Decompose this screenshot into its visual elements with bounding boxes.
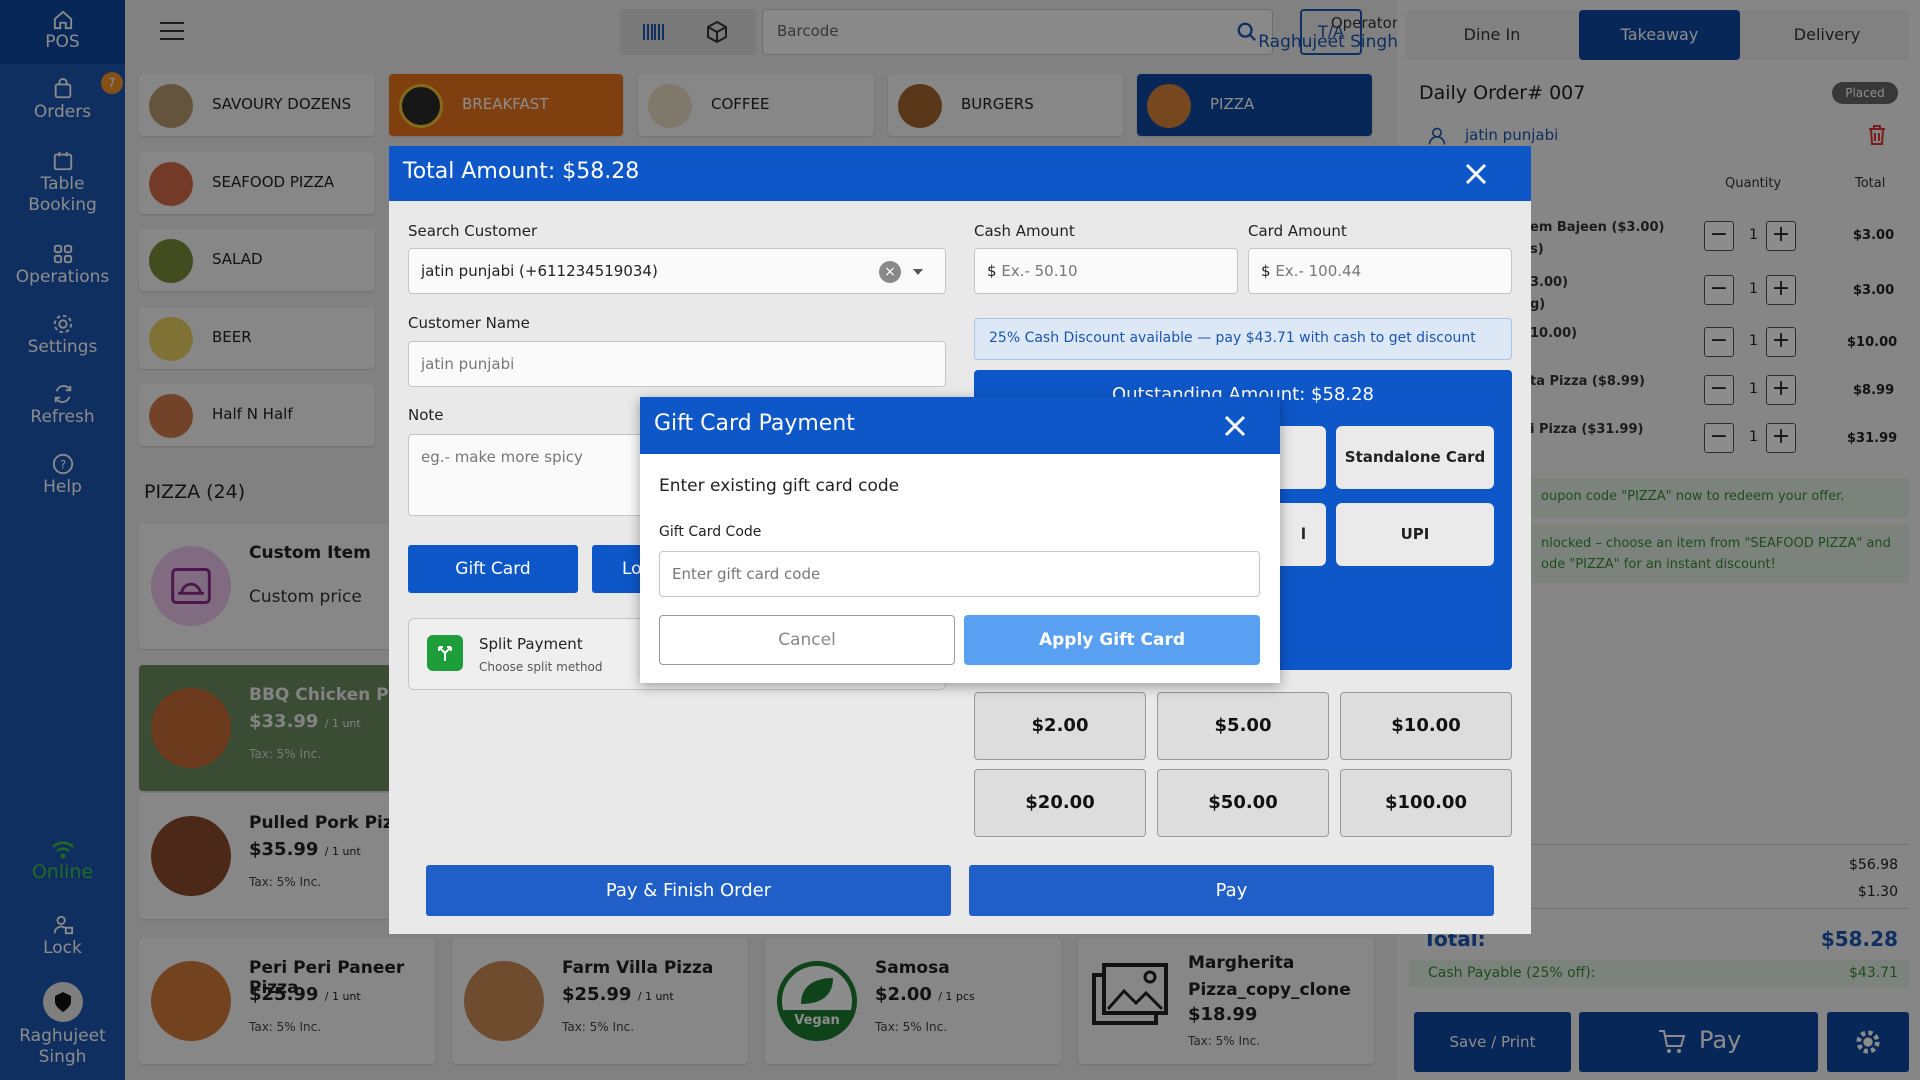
- quick-amount-2[interactable]: $2.00: [974, 692, 1146, 760]
- close-icon[interactable]: [1224, 415, 1246, 437]
- gift-card-code-label: Gift Card Code: [659, 524, 762, 540]
- split-title: Split Payment: [479, 635, 583, 653]
- cancel-button[interactable]: Cancel: [659, 615, 955, 665]
- search-customer-input[interactable]: jatin punjabi (+611234519034) ×: [408, 248, 946, 294]
- card-amount-input[interactable]: $ Ex.- 100.44: [1248, 248, 1512, 294]
- gift-card-dialog: Gift Card Payment Enter existing gift ca…: [640, 397, 1280, 683]
- customer-name-field[interactable]: jatin punjabi: [408, 341, 946, 387]
- close-icon[interactable]: [1465, 163, 1487, 185]
- standalone-card-button[interactable]: Standalone Card: [1336, 426, 1494, 489]
- clear-icon[interactable]: ×: [879, 261, 901, 283]
- note-label: Note: [408, 406, 444, 424]
- payment-modal-title: Total Amount: $58.28: [403, 159, 640, 184]
- gift-card-subtitle: Enter existing gift card code: [659, 476, 900, 496]
- pay-finish-order-button[interactable]: Pay & Finish Order: [426, 865, 951, 916]
- search-customer-label: Search Customer: [408, 222, 538, 240]
- quick-amount-10[interactable]: $10.00: [1340, 692, 1512, 760]
- quick-amount-100[interactable]: $100.00: [1340, 769, 1512, 837]
- cash-amount-input[interactable]: $ Ex.- 50.10: [974, 248, 1238, 294]
- gift-card-dialog-title: Gift Card Payment: [654, 411, 855, 436]
- split-icon: [427, 635, 463, 671]
- gift-card-code-input[interactable]: Enter gift card code: [659, 551, 1260, 597]
- modal-pay-button[interactable]: Pay: [969, 865, 1494, 916]
- apply-gift-card-button[interactable]: Apply Gift Card: [964, 615, 1260, 665]
- payment-modal-header: Total Amount: $58.28: [389, 146, 1531, 201]
- split-subtitle: Choose split method: [479, 660, 603, 674]
- cash-discount-notice: 25% Cash Discount available — pay $43.71…: [974, 318, 1512, 360]
- gift-card-dialog-header: Gift Card Payment: [640, 397, 1280, 454]
- gift-card-button[interactable]: Gift Card: [408, 545, 578, 593]
- search-customer-value: jatin punjabi (+611234519034): [421, 262, 658, 280]
- customer-name-label: Customer Name: [408, 314, 530, 332]
- upi-button[interactable]: UPI: [1336, 503, 1494, 566]
- quick-amount-20[interactable]: $20.00: [974, 769, 1146, 837]
- quick-amount-50[interactable]: $50.00: [1157, 769, 1329, 837]
- quick-amount-5[interactable]: $5.00: [1157, 692, 1329, 760]
- cash-amount-label: Cash Amount: [974, 222, 1075, 240]
- chevron-down-icon[interactable]: [913, 269, 923, 275]
- card-amount-label: Card Amount: [1248, 222, 1347, 240]
